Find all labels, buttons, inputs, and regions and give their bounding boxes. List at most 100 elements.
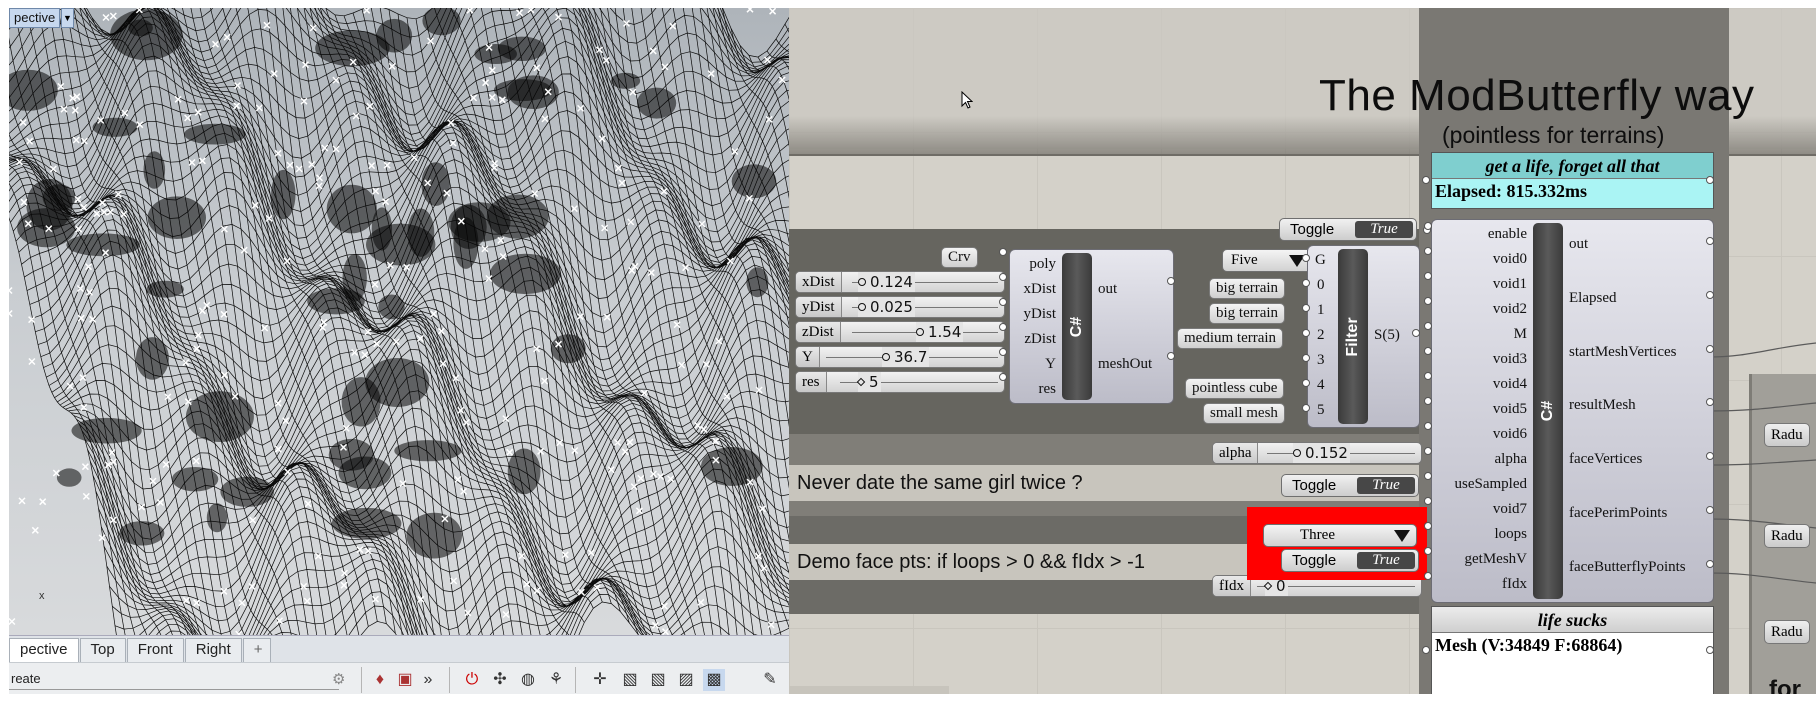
port-dot[interactable] xyxy=(1424,522,1432,530)
port-dot[interactable] xyxy=(1706,398,1714,406)
port-dot[interactable] xyxy=(1412,329,1420,337)
port-dot[interactable] xyxy=(1422,646,1430,654)
input-get-mesh-v[interactable]: getMeshV xyxy=(1432,551,1528,568)
cplane-icon[interactable]: ♦ xyxy=(369,669,391,691)
input-void2[interactable]: void2 xyxy=(1432,301,1527,318)
port-dot[interactable] xyxy=(1706,560,1714,568)
port-dot[interactable] xyxy=(1302,254,1310,262)
view-icon[interactable]: ▣ xyxy=(394,669,416,691)
script-component-1[interactable]: poly xDist yDist zDist Y res C# out mesh… xyxy=(1009,249,1174,404)
port-dot[interactable] xyxy=(1302,404,1310,412)
box-icon-2[interactable]: ▧ xyxy=(647,669,669,691)
port-dot[interactable] xyxy=(999,248,1007,256)
record-icon[interactable]: ⏻ xyxy=(461,669,483,691)
input-poly[interactable]: poly xyxy=(1010,256,1056,273)
port-dot[interactable] xyxy=(1706,176,1714,184)
panel-elapsed[interactable]: get a life, forget all that Elapsed: 815… xyxy=(1431,152,1714,209)
panel-mesh-info[interactable]: life sucks Mesh (V:34849 F:68864) xyxy=(1431,606,1714,694)
grasshopper-canvas[interactable]: The ModButterfly way (pointless for terr… xyxy=(789,8,1816,694)
input-void7[interactable]: void7 xyxy=(1432,501,1527,518)
input-m[interactable]: M xyxy=(1432,326,1527,343)
input-ydist[interactable]: yDist xyxy=(1010,306,1056,323)
port-dot[interactable] xyxy=(1706,291,1714,299)
output-out[interactable]: out xyxy=(1569,236,1588,253)
port-dot[interactable] xyxy=(1424,297,1432,305)
port-dot[interactable] xyxy=(999,348,1007,356)
fan-icon[interactable]: ✣ xyxy=(489,669,511,691)
tab-right[interactable]: Right xyxy=(184,638,242,662)
output-meshout[interactable]: meshOut xyxy=(1098,356,1152,373)
tab-front[interactable]: Front xyxy=(126,638,184,662)
more-icon[interactable]: » xyxy=(417,669,439,691)
param-big-terrain-2[interactable]: big terrain xyxy=(1209,303,1286,324)
port-dot[interactable] xyxy=(999,373,1007,381)
port-dot[interactable] xyxy=(1424,472,1432,480)
output-result-mesh[interactable]: resultMesh xyxy=(1569,397,1636,414)
tab-top[interactable]: Top xyxy=(79,638,126,662)
perspective-viewport[interactable]: pective ▼ x xyxy=(9,8,789,635)
port-dot[interactable] xyxy=(1424,372,1432,380)
filter-input-g[interactable]: G xyxy=(1315,252,1326,269)
filter-input-2[interactable]: 2 xyxy=(1317,327,1325,344)
port-dot[interactable] xyxy=(1422,176,1430,184)
slider-zdist[interactable]: zDist 1.54 xyxy=(795,321,1005,343)
port-dot[interactable] xyxy=(1424,397,1432,405)
filter-input-1[interactable]: 1 xyxy=(1317,302,1325,319)
output-elapsed[interactable]: Elapsed xyxy=(1569,290,1616,307)
input-xdist[interactable]: xDist xyxy=(1010,281,1056,298)
port-dot[interactable] xyxy=(999,323,1007,331)
port-dot[interactable] xyxy=(999,298,1007,306)
viewport-title[interactable]: pective xyxy=(9,8,61,28)
slider-res[interactable]: res 5 xyxy=(795,371,1005,393)
port-dot[interactable] xyxy=(1302,379,1310,387)
input-void4[interactable]: void4 xyxy=(1432,376,1527,393)
slider-xdist[interactable]: xDist 0.124 xyxy=(795,271,1005,293)
output-start-mesh-vertices[interactable]: startMeshVertices xyxy=(1569,344,1676,361)
slider-y[interactable]: Y 36.7 xyxy=(795,346,1005,368)
port-dot[interactable] xyxy=(1302,304,1310,312)
box-icon-3[interactable]: ▨ xyxy=(675,669,697,691)
port-dot[interactable] xyxy=(1424,322,1432,330)
filter-input-5[interactable]: 5 xyxy=(1317,402,1325,419)
port-dot[interactable] xyxy=(1424,497,1432,505)
param-small-mesh[interactable]: small mesh xyxy=(1203,403,1285,424)
dropdown-three[interactable]: Three xyxy=(1263,524,1417,547)
gear-icon[interactable]: ⚙ xyxy=(332,670,345,688)
input-void6[interactable]: void6 xyxy=(1432,426,1527,443)
filter-input-0[interactable]: 0 xyxy=(1317,277,1325,294)
crv-param[interactable]: Crv xyxy=(941,247,978,268)
filter-input-3[interactable]: 3 xyxy=(1317,352,1325,369)
network-icon[interactable]: ⚘ xyxy=(545,669,567,691)
csharp-core[interactable]: C# xyxy=(1062,253,1092,400)
output-face-vertices[interactable]: faceVertices xyxy=(1569,451,1642,468)
port-dot[interactable] xyxy=(1706,506,1714,514)
toggle-enable[interactable]: Toggle True xyxy=(1279,218,1417,241)
csharp-core-2[interactable]: C# xyxy=(1533,223,1563,599)
radius-param-1[interactable]: Radu xyxy=(1764,423,1810,447)
slider-ydist[interactable]: yDist 0.025 xyxy=(795,296,1005,318)
viewport-menu-arrow-icon[interactable]: ▼ xyxy=(61,8,74,28)
port-dot[interactable] xyxy=(1424,547,1432,555)
port-dot[interactable] xyxy=(1706,646,1714,654)
param-pointless-cube[interactable]: pointless cube xyxy=(1185,378,1285,399)
port-dot[interactable] xyxy=(1424,222,1432,230)
port-dot[interactable] xyxy=(1424,272,1432,280)
output-face-butterfly-points[interactable]: faceButterflyPoints xyxy=(1569,559,1686,576)
input-loops[interactable]: loops xyxy=(1432,526,1527,543)
port-dot[interactable] xyxy=(1167,352,1175,360)
port-dot[interactable] xyxy=(1167,277,1175,285)
port-dot[interactable] xyxy=(1706,452,1714,460)
input-alpha[interactable]: alpha xyxy=(1432,451,1527,468)
tab-perspective[interactable]: pective xyxy=(9,638,79,662)
port-dot[interactable] xyxy=(1302,354,1310,362)
input-void1[interactable]: void1 xyxy=(1432,276,1527,293)
input-use-sampled[interactable]: useSampled xyxy=(1432,476,1528,493)
script-component-2[interactable]: enable void0 void1 void2 M void3 void4 v… xyxy=(1431,219,1714,603)
port-dot[interactable] xyxy=(999,273,1007,281)
output-face-perim-points[interactable]: facePerimPoints xyxy=(1569,505,1667,522)
toggle-use-sampled[interactable]: Toggle True xyxy=(1281,474,1419,497)
input-y[interactable]: Y xyxy=(1010,356,1056,373)
radius-param-2[interactable]: Radu xyxy=(1764,524,1810,548)
dropdown-five[interactable]: Five xyxy=(1222,249,1312,272)
param-big-terrain-1[interactable]: big terrain xyxy=(1209,278,1286,299)
